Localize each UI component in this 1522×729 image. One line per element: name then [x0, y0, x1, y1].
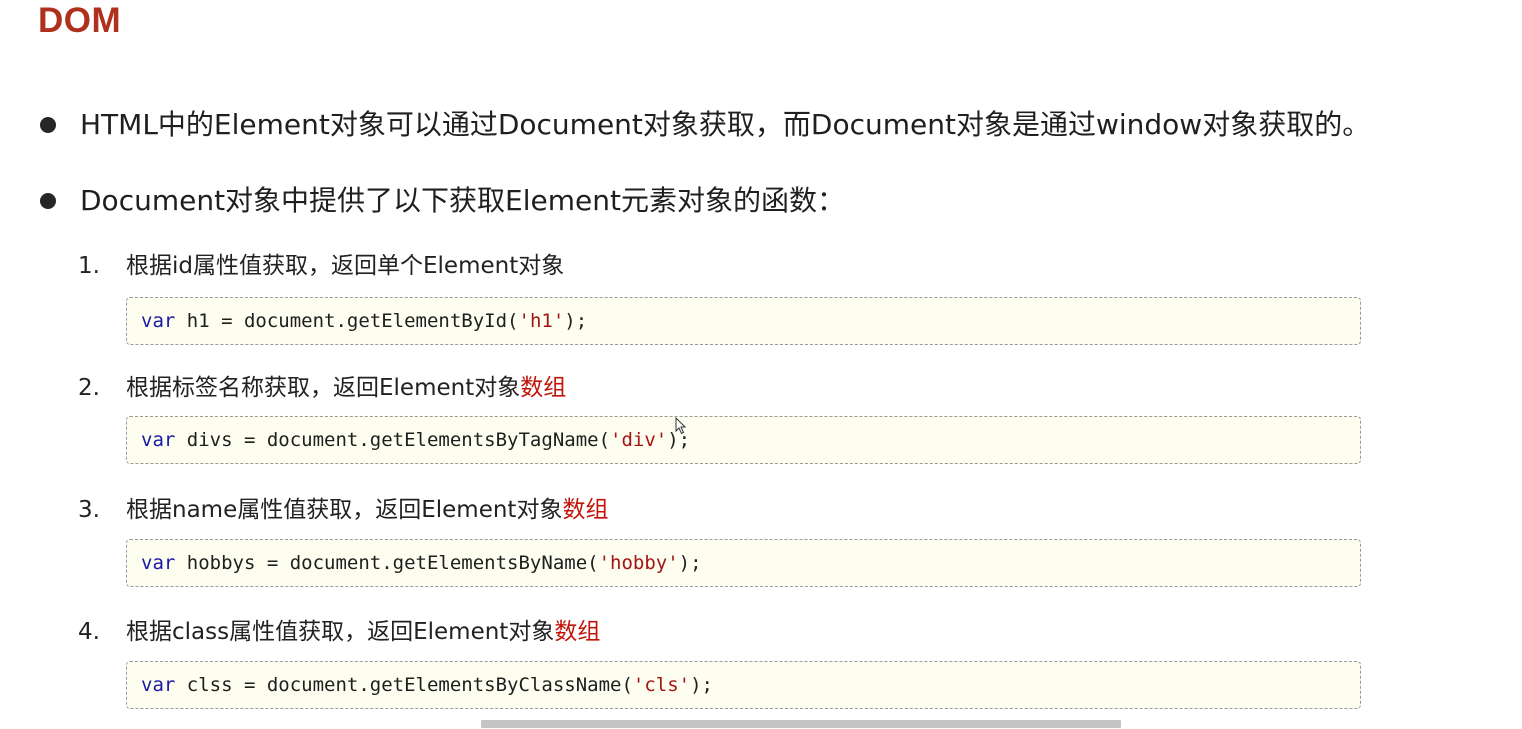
mouse-pointer-icon [675, 417, 687, 435]
bullet-dot-icon [40, 193, 56, 209]
code-keyword: var [141, 552, 176, 574]
code-string: 'div' [610, 429, 668, 451]
bullet-dot-icon [40, 117, 56, 133]
list-item: 1. 根据id属性值获取，返回单个Element对象 [78, 251, 564, 281]
item-text: 根据标签名称获取，返回Element对象 [126, 375, 521, 401]
code-text: ); [678, 552, 702, 574]
code-string: 'hobby' [598, 552, 679, 574]
code-text: ); [690, 674, 713, 696]
code-block[interactable]: var clss = document.getElementsByClassNa… [126, 661, 1361, 709]
code-keyword: var [141, 310, 176, 332]
code-text: divs = document.getElementsByTagName( [175, 429, 611, 451]
item-number: 2. [78, 375, 100, 401]
item-text: 根据class属性值获取，返回Element对象 [126, 619, 555, 645]
bullet-point: Document对象中提供了以下获取Element元素对象的函数： [40, 183, 845, 219]
code-text: ); [564, 310, 588, 332]
bullet-point: HTML中的Element对象可以通过Document对象获取，而Documen… [40, 107, 1370, 143]
item-highlight: 数组 [554, 619, 601, 645]
item-text: 根据name属性值获取，返回Element对象 [126, 497, 563, 523]
code-text: h1 = document.getElementById( [175, 310, 519, 332]
bullet-text: Document对象中提供了以下获取Element元素对象的函数： [80, 184, 845, 217]
horizontal-scrollbar[interactable] [481, 720, 1121, 728]
item-highlight: 数组 [562, 497, 609, 523]
bullet-text: HTML中的Element对象可以通过Document对象获取，而Documen… [80, 108, 1371, 141]
list-item: 2. 根据标签名称获取，返回Element对象 数组 [78, 373, 566, 403]
code-text: hobbys = document.getElementsByName( [175, 552, 599, 574]
code-block[interactable]: var h1 = document.getElementById('h1'); [126, 297, 1361, 345]
slide-page: DOM HTML中的Element对象可以通过Document对象获取，而Doc… [0, 0, 1522, 729]
code-string: 'h1' [518, 310, 565, 332]
item-number: 4. [78, 619, 100, 645]
code-block[interactable]: var divs = document.getElementsByTagName… [126, 416, 1361, 464]
item-highlight: 数组 [520, 375, 567, 401]
list-item: 4. 根据class属性值获取，返回Element对象 数组 [78, 617, 600, 647]
code-string: 'cls' [632, 674, 691, 696]
code-keyword: var [141, 429, 176, 451]
list-item: 3. 根据name属性值获取，返回Element对象 数组 [78, 495, 608, 525]
code-keyword: var [141, 674, 176, 696]
code-block[interactable]: var hobbys = document.getElementsByName(… [126, 539, 1361, 587]
code-text: clss = document.getElementsByClassName( [175, 674, 633, 696]
item-text: 根据id属性值获取，返回单个Element对象 [126, 253, 565, 279]
item-number: 3. [78, 497, 100, 523]
page-title: DOM [38, 1, 122, 40]
item-number: 1. [78, 253, 100, 279]
